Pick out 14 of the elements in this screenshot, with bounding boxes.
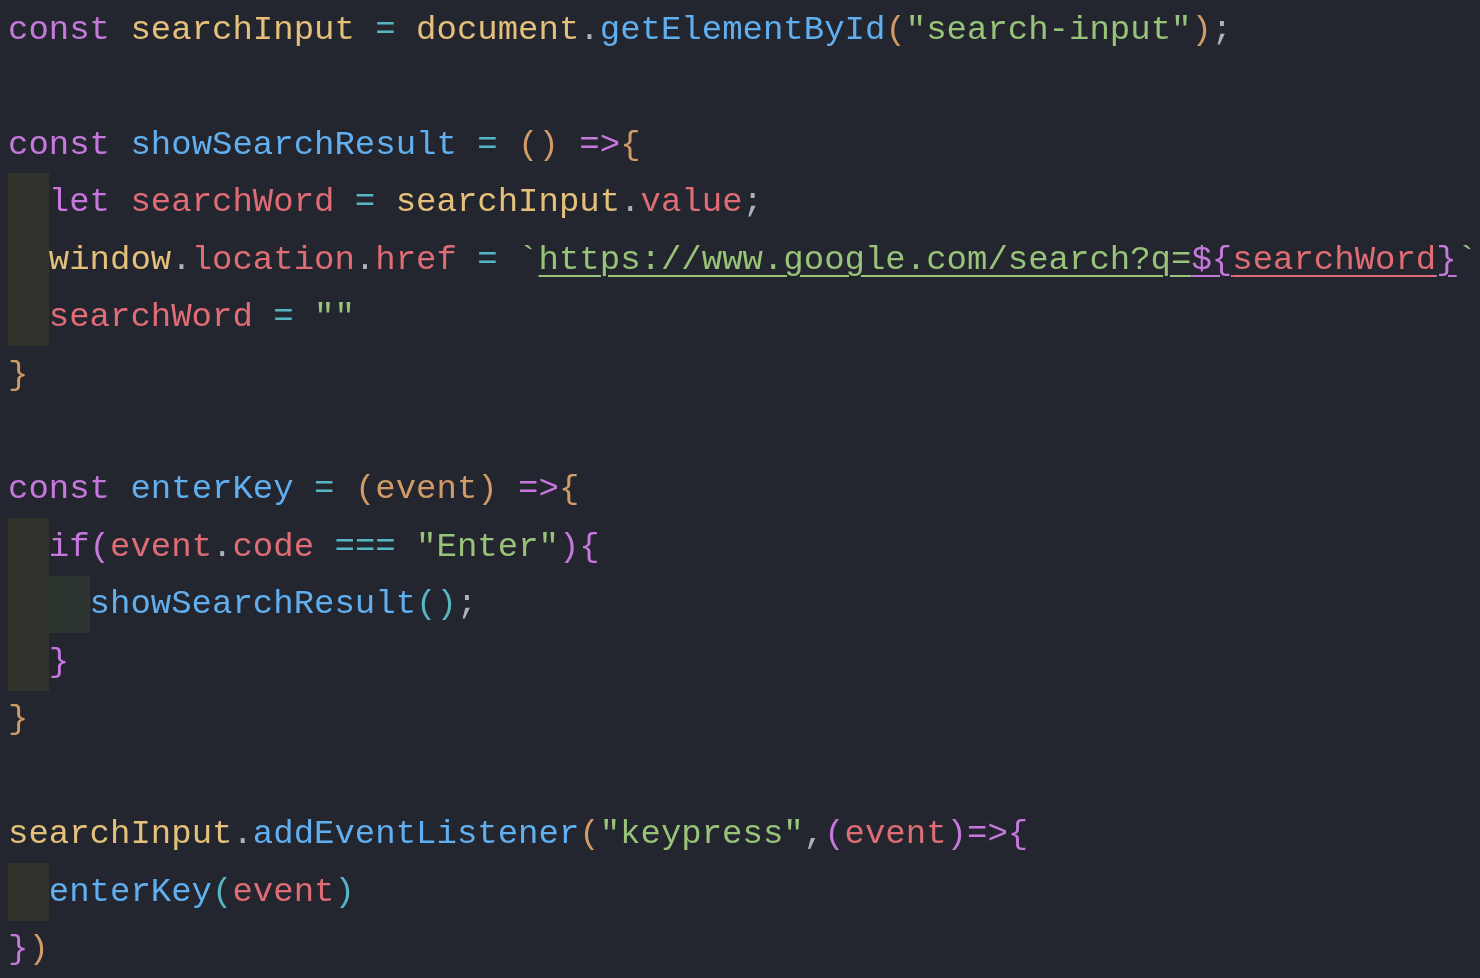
code-line: searchInput.addEventListener("keypress",(event)=>{ <box>8 814 1029 856</box>
code-line: const showSearchResult = () =>{ <box>8 124 641 166</box>
code-line: if(event.code === "Enter"){ <box>48 526 600 568</box>
code-line: } <box>8 699 29 741</box>
code-line: const searchInput = document.getElementById("search-input"); <box>8 9 1233 51</box>
code-line: window.location.href = `https://www.google.com/search?q=${searchWord}` <box>48 239 1478 281</box>
code-line: } <box>48 641 70 683</box>
code-line: searchWord = "" <box>48 297 355 339</box>
code-line: }) <box>8 929 49 971</box>
code-line: enterKey(event) <box>48 871 355 913</box>
code-line: showSearchResult(); <box>89 584 478 626</box>
code-line: } <box>8 354 29 396</box>
code-line: let searchWord = searchInput.value; <box>48 182 763 224</box>
code-line: const enterKey = (event) =>{ <box>8 469 580 511</box>
